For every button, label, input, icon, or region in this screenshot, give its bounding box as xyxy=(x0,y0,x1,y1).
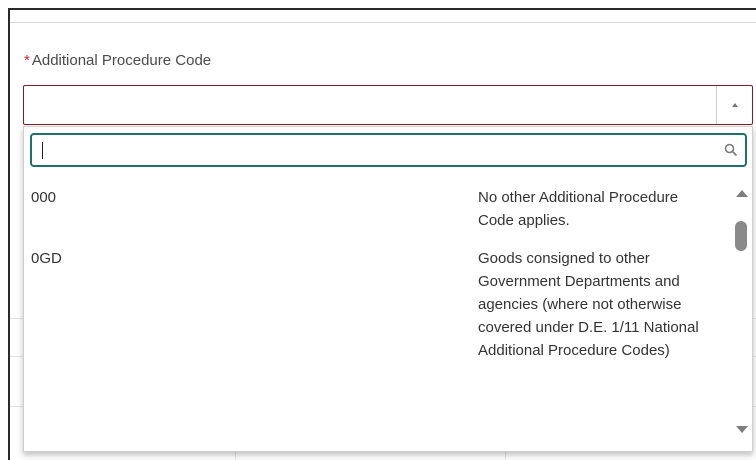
additional-procedure-code-select[interactable] xyxy=(23,85,753,125)
options-list: 000 No other Additional Procedure Code a… xyxy=(24,173,724,451)
scroll-down-arrow-icon[interactable] xyxy=(736,426,748,433)
scrollbar[interactable] xyxy=(728,173,752,451)
field-label: * Additional Procedure Code xyxy=(24,52,211,69)
divider xyxy=(10,22,756,23)
scroll-up-arrow-icon[interactable] xyxy=(736,190,748,197)
field-label-text: Additional Procedure Code xyxy=(31,52,212,69)
chevron-up-icon xyxy=(731,103,738,107)
search-icon[interactable] xyxy=(724,143,738,157)
scrollbar-thumb[interactable] xyxy=(735,221,747,251)
required-marker: * xyxy=(24,52,30,69)
search-input[interactable] xyxy=(32,135,745,165)
select-toggle-button[interactable] xyxy=(716,86,752,124)
option-code: 000 xyxy=(31,189,57,206)
option-description: Goods consigned to other Government Depa… xyxy=(478,250,699,359)
dropdown-panel: 000 No other Additional Procedure Code a… xyxy=(23,126,753,452)
option-description: No other Additional Procedure Code appli… xyxy=(478,189,679,229)
search-field[interactable] xyxy=(30,133,747,167)
option-code: 0GD xyxy=(31,250,62,267)
text-cursor xyxy=(42,142,43,159)
